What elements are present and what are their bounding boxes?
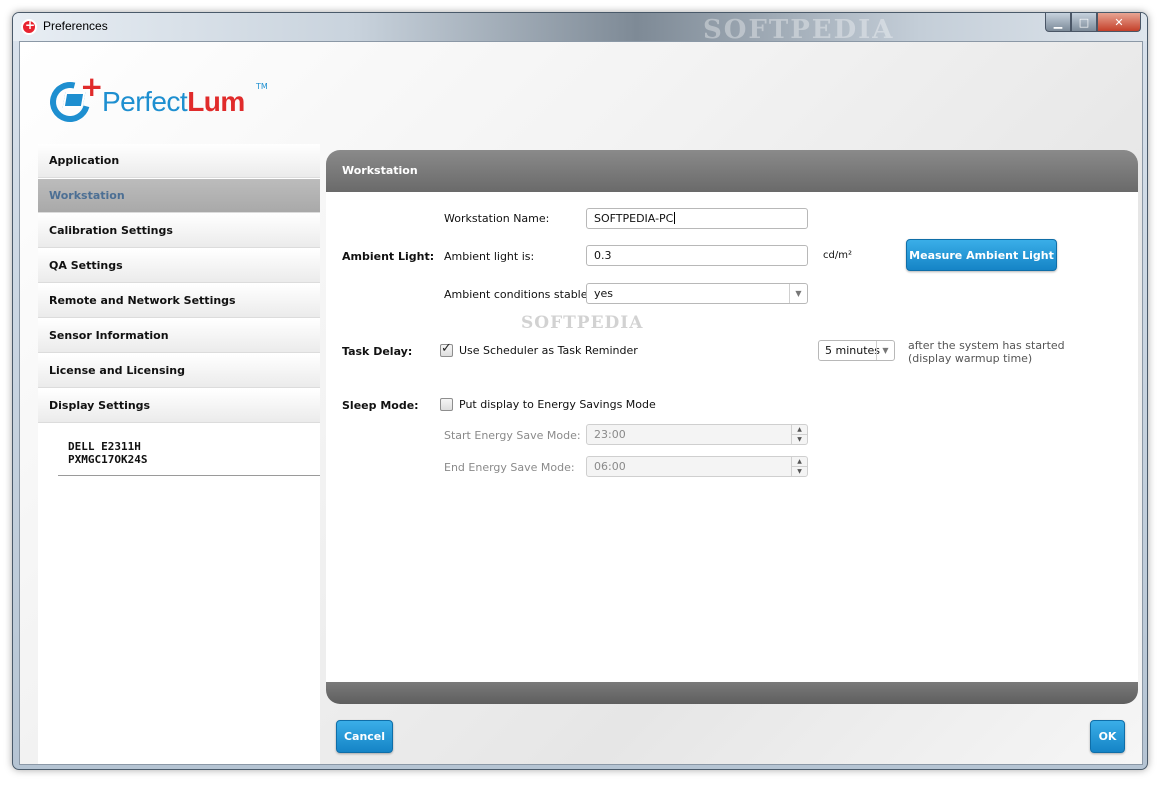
- maximize-icon: □: [1078, 15, 1090, 29]
- minimize-button[interactable]: ▁: [1045, 13, 1071, 32]
- ambient-stable-select[interactable]: yes ▼: [586, 283, 808, 304]
- panel-footer-bar: [326, 682, 1138, 704]
- sidebar-item-remote-network-settings[interactable]: Remote and Network Settings: [38, 284, 320, 318]
- app-icon: [21, 18, 37, 35]
- workstation-name-label: Workstation Name:: [444, 212, 550, 225]
- logo-text: PerfectLum: [102, 86, 245, 117]
- start-energy-label: Start Energy Save Mode:: [444, 429, 581, 442]
- window-title: Preferences: [43, 19, 108, 33]
- scheduler-checkbox[interactable]: [440, 341, 453, 357]
- scheduler-label: Use Scheduler as Task Reminder: [459, 344, 638, 357]
- energy-savings-label: Put display to Energy Savings Mode: [459, 398, 656, 411]
- end-energy-input[interactable]: 06:00 ▲ ▼: [586, 456, 808, 477]
- sidebar-item-workstation[interactable]: Workstation: [38, 179, 320, 213]
- sidebar-item-license[interactable]: License and Licensing: [38, 354, 320, 388]
- title-bar[interactable]: Preferences SOFTPEDIA ▁ □ ✕: [13, 13, 1147, 45]
- ok-button[interactable]: OK: [1090, 720, 1125, 753]
- sidebar-item-calibration-settings[interactable]: Calibration Settings: [38, 214, 320, 248]
- spinner-icon[interactable]: ▲ ▼: [791, 425, 807, 444]
- logo-tm: TM: [256, 82, 268, 91]
- maximize-button[interactable]: □: [1071, 13, 1097, 32]
- display-serial: PXMGC17OK24S: [68, 453, 148, 466]
- logo-plus-icon: +: [80, 70, 104, 103]
- task-delay-section-label: Task Delay:: [342, 345, 413, 358]
- minimize-icon: ▁: [1053, 15, 1063, 29]
- ambient-light-section-label: Ambient Light:: [342, 250, 435, 263]
- end-energy-label: End Energy Save Mode:: [444, 461, 575, 474]
- ambient-unit: cd/m²: [823, 250, 852, 261]
- chevron-down-icon: ▼: [876, 341, 894, 360]
- ambient-light-label: Ambient light is:: [444, 250, 535, 263]
- sidebar-item-application[interactable]: Application: [38, 144, 320, 178]
- sidebar: Application Workstation Calibration Sett…: [38, 144, 320, 764]
- start-energy-input[interactable]: 23:00 ▲ ▼: [586, 424, 808, 445]
- energy-savings-checkbox[interactable]: [440, 398, 453, 411]
- preferences-window: Preferences SOFTPEDIA ▁ □ ✕ + PerfectLum…: [12, 12, 1148, 770]
- delay-select[interactable]: 5 minutes ▼: [818, 340, 895, 361]
- client-area: + PerfectLum TM Application Workstation …: [19, 41, 1143, 765]
- measure-ambient-light-button[interactable]: Measure Ambient Light: [906, 239, 1057, 271]
- watermark: SOFTPEDIA: [521, 313, 644, 333]
- close-button[interactable]: ✕: [1097, 13, 1141, 32]
- spinner-icon[interactable]: ▲ ▼: [791, 457, 807, 476]
- sleep-mode-section-label: Sleep Mode:: [342, 399, 419, 412]
- delay-note: after the system has started (display wa…: [908, 339, 1065, 365]
- sidebar-item-qa-settings[interactable]: QA Settings: [38, 249, 320, 283]
- workstation-panel: Workstation Workstation Name: SOFTPEDIA-…: [326, 150, 1138, 704]
- window-controls: ▁ □ ✕: [1045, 13, 1141, 33]
- sidebar-display-entry[interactable]: DELL E2311H PXMGC17OK24S: [58, 424, 320, 476]
- cancel-button[interactable]: Cancel: [336, 720, 393, 753]
- sidebar-item-display-settings[interactable]: Display Settings: [38, 389, 320, 423]
- close-icon: ✕: [1114, 15, 1124, 29]
- sidebar-item-sensor-information[interactable]: Sensor Information: [38, 319, 320, 353]
- workstation-name-input[interactable]: SOFTPEDIA-PC: [586, 208, 808, 229]
- chevron-down-icon: ▼: [789, 284, 807, 303]
- ambient-light-input[interactable]: 0.3: [586, 245, 808, 266]
- panel-title: Workstation: [326, 150, 1138, 192]
- panel-body: Workstation Name: SOFTPEDIA-PC Ambient L…: [326, 192, 1138, 682]
- display-model: DELL E2311H: [68, 440, 141, 453]
- ambient-stable-label: Ambient conditions stable:: [444, 288, 592, 301]
